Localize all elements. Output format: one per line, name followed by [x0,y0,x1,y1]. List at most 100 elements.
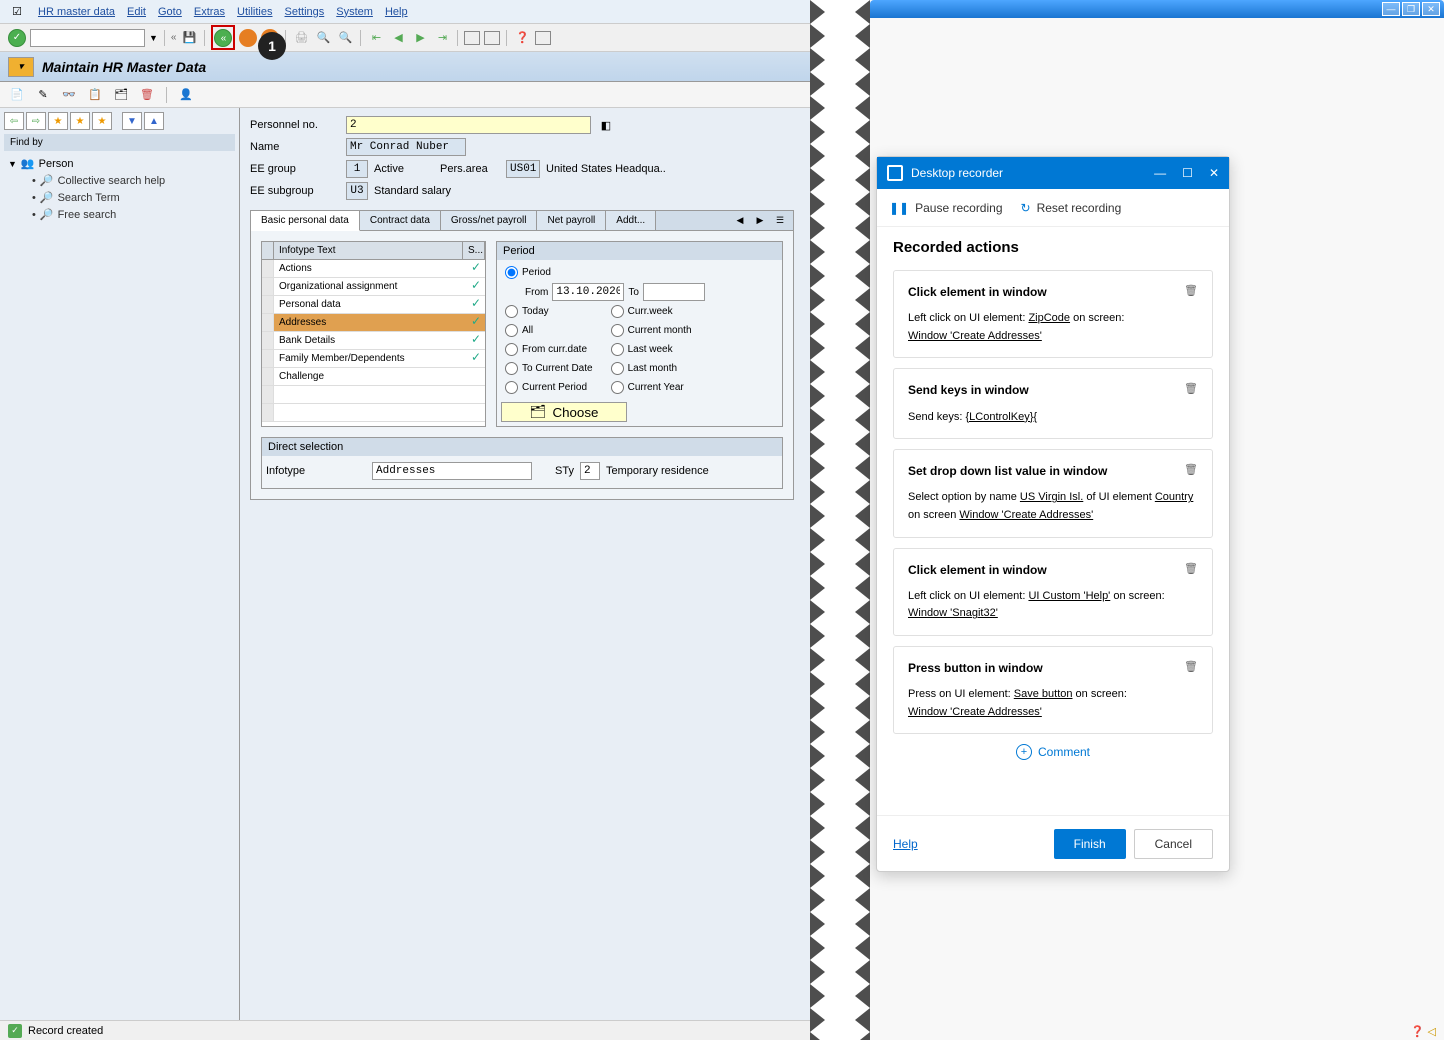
infotype-field[interactable] [372,462,532,480]
prev-page-icon[interactable]: ◀ [389,29,407,47]
tree-child-1[interactable]: •🔎Search Term [32,189,235,206]
pno-field[interactable] [346,116,591,134]
period-radio[interactable] [611,381,624,394]
period-radio[interactable] [611,362,624,375]
delete-action-icon[interactable]: 🗑 [1184,283,1200,299]
period-radio[interactable] [611,324,624,337]
action-card[interactable]: Press button in window🗑Press on UI eleme… [893,646,1213,734]
nav-up-icon[interactable]: ▲ [144,112,164,130]
infotype-row[interactable]: Bank Details✓ [262,332,485,350]
delimit-icon[interactable]: 🗂 [112,86,130,104]
infotype-row[interactable]: Organizational assignment✓ [262,278,485,296]
tree-child-0[interactable]: •🔎Collective search help [32,172,235,189]
help-link[interactable]: Help [893,837,918,851]
menu-hr[interactable]: HR master data [38,6,115,18]
tree-child-2[interactable]: •🔎Free search [32,206,235,223]
period-radio[interactable] [611,305,624,318]
maximize-icon[interactable]: ❐ [1402,2,1420,16]
back-button-highlighted[interactable]: « [211,25,235,51]
menu-help[interactable]: Help [385,6,408,18]
recorder-maximize-icon[interactable]: ☐ [1182,166,1193,180]
menu-extras[interactable]: Extras [194,6,225,18]
delete-action-icon[interactable]: 🗑 [1184,561,1200,577]
period-radio[interactable] [505,362,518,375]
menu-edit[interactable]: Edit [127,6,146,18]
period-radio[interactable] [505,324,518,337]
nav-down-icon[interactable]: ▼ [122,112,142,130]
period-radio[interactable] [505,343,518,356]
delete-action-icon[interactable]: 🗑 [1184,381,1200,397]
first-page-icon[interactable]: ⇤ [367,29,385,47]
tree-root[interactable]: ▼ 👥 Person [8,155,235,172]
copy-icon[interactable]: 📋 [86,86,104,104]
infotype-row[interactable]: Personal data✓ [262,296,485,314]
exit-icon[interactable] [239,29,257,47]
eegroup-code[interactable] [346,160,368,178]
action-card[interactable]: Click element in window🗑Left click on UI… [893,548,1213,636]
period-radio-main[interactable] [505,266,518,279]
last-page-icon[interactable]: ⇥ [433,29,451,47]
layout-icon[interactable] [535,31,551,45]
search-help-icon[interactable]: ◧ [597,116,615,134]
recorder-close-icon[interactable]: ✕ [1209,166,1219,180]
menu-goto[interactable]: Goto [158,6,182,18]
enter-icon[interactable]: ✓ [8,29,26,47]
find-icon[interactable]: 🔍 [314,29,332,47]
choose-button[interactable]: 🗂 Choose [501,402,627,422]
period-radio[interactable] [611,343,624,356]
tab-scroll-left-icon[interactable]: ◀ [731,212,749,230]
edit-icon[interactable]: ✎ [34,86,52,104]
nav-fwd-icon[interactable]: ⇨ [26,112,46,130]
dropdown-icon[interactable]: ▼ [149,33,158,43]
menu-settings[interactable]: Settings [285,6,325,18]
shortcut-icon[interactable] [484,31,500,45]
nav-del-icon[interactable]: ★ [92,112,112,130]
delete-action-icon[interactable]: 🗑 [1184,659,1200,675]
print-icon[interactable]: 🖨 [292,29,310,47]
delete-icon[interactable]: 🗑 [138,86,156,104]
infotype-row[interactable]: Addresses✓ [262,314,485,332]
overview-icon[interactable]: 👤 [177,86,195,104]
period-radio[interactable] [505,381,518,394]
save-icon[interactable]: 💾 [180,29,198,47]
infotype-row[interactable]: Challenge [262,368,485,386]
name-field[interactable] [346,138,466,156]
reset-recording-button[interactable]: ↻ Reset recording [1021,201,1122,215]
tab-scroll-right-icon[interactable]: ▶ [751,212,769,230]
from-date-field[interactable] [552,283,624,301]
help-icon[interactable]: ❓ [513,29,531,47]
menu-system[interactable]: System [336,6,373,18]
action-card[interactable]: Set drop down list value in window🗑Selec… [893,449,1213,537]
infotype-row[interactable]: Actions✓ [262,260,485,278]
eesub-code[interactable] [346,182,368,200]
cancel-button[interactable]: Cancel [1134,829,1213,859]
nav-fav-icon[interactable]: ★ [70,112,90,130]
persarea-code[interactable] [506,160,540,178]
to-date-field[interactable] [643,283,705,301]
close-icon[interactable]: ✕ [1422,2,1440,16]
infotype-row[interactable]: Family Member/Dependents✓ [262,350,485,368]
display-icon[interactable]: 👓 [60,86,78,104]
menu-utilities[interactable]: Utilities [237,6,272,18]
tab-gross[interactable]: Gross/net payroll [441,211,538,230]
recorder-minimize-icon[interactable]: — [1154,166,1166,180]
tab-list-icon[interactable]: ☰ [771,212,789,230]
action-card[interactable]: Click element in window🗑Left click on UI… [893,270,1213,358]
pause-recording-button[interactable]: ❚❚ Pause recording [889,201,1003,215]
finish-button[interactable]: Finish [1054,829,1126,859]
nav-back-icon[interactable]: ⇦ [4,112,24,130]
tab-basic[interactable]: Basic personal data [251,211,360,231]
tab-contract[interactable]: Contract data [360,211,441,230]
add-comment-button[interactable]: + Comment [893,744,1213,760]
create-icon[interactable]: 📄 [8,86,26,104]
action-card[interactable]: Send keys in window🗑Send keys: {LControl… [893,368,1213,439]
tab-net[interactable]: Net payroll [537,211,606,230]
find-next-icon[interactable]: 🔍 [336,29,354,47]
period-radio[interactable] [505,305,518,318]
session-icon[interactable] [464,31,480,45]
delete-action-icon[interactable]: 🗑 [1184,462,1200,478]
command-field[interactable] [30,29,145,47]
nav-star-icon[interactable]: ★ [48,112,68,130]
sty-field[interactable] [580,462,600,480]
tab-addt[interactable]: Addt... [606,211,656,230]
